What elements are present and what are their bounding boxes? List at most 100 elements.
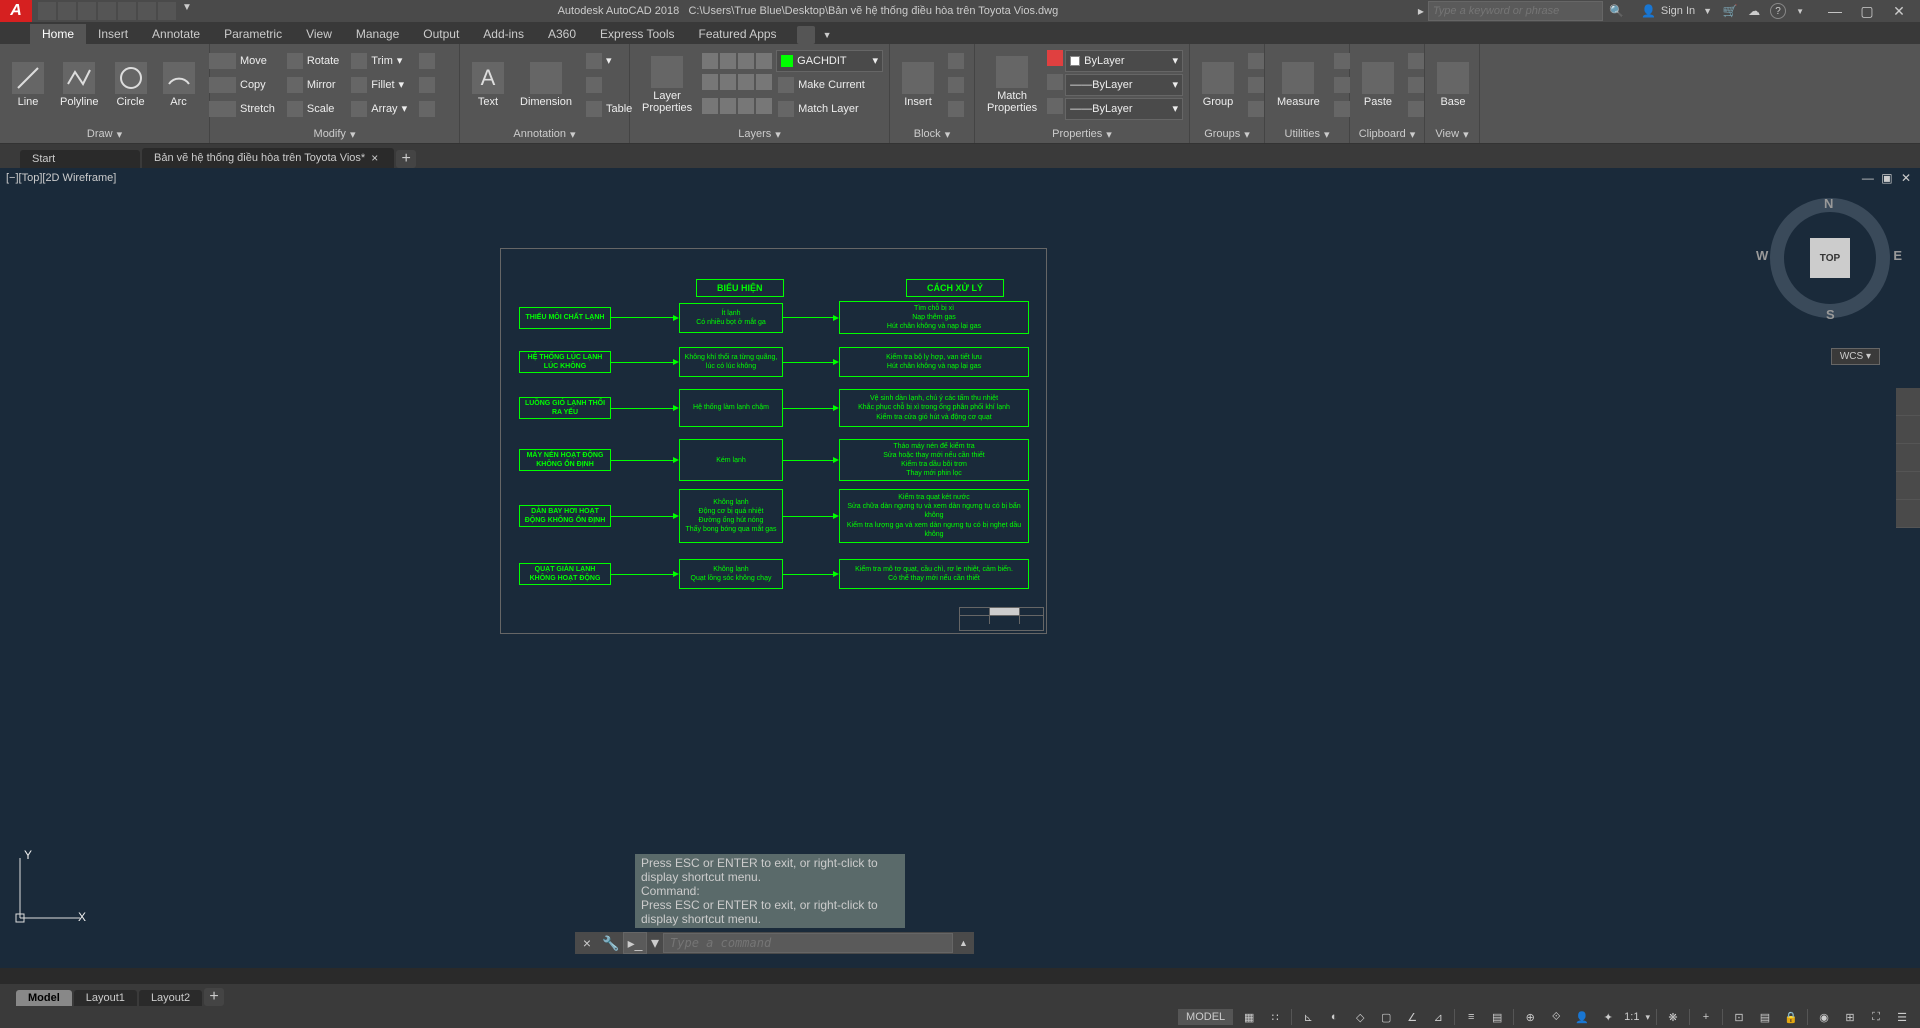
vp-close-icon[interactable]: ✕: [1898, 171, 1914, 185]
modify-extra1-button[interactable]: [415, 50, 439, 72]
snap-icon[interactable]: ∷: [1265, 1008, 1285, 1026]
zoom-icon[interactable]: [1896, 444, 1920, 472]
layer-tool7-icon[interactable]: [738, 98, 754, 114]
workspace-icon[interactable]: ❋: [1663, 1008, 1683, 1026]
block-extra1-button[interactable]: [944, 50, 968, 72]
panel-properties-title[interactable]: Properties ▾: [975, 125, 1189, 143]
sun-icon[interactable]: [720, 53, 736, 69]
lock-icon[interactable]: [738, 53, 754, 69]
panel-modify-title[interactable]: Modify ▾: [210, 125, 459, 143]
steering-wheel-icon[interactable]: [1896, 388, 1920, 416]
layout1-tab[interactable]: Layout1: [74, 990, 137, 1006]
measure-button[interactable]: Measure: [1271, 60, 1326, 110]
orbit-icon[interactable]: [1896, 472, 1920, 500]
nav-east[interactable]: E: [1893, 248, 1902, 263]
nav-south[interactable]: S: [1826, 307, 1835, 322]
minimize-button[interactable]: ―: [1826, 4, 1844, 18]
qat-open-icon[interactable]: [58, 2, 76, 20]
lock-ui-icon[interactable]: 🔒: [1781, 1008, 1801, 1026]
move-button[interactable]: Move: [216, 50, 279, 72]
lineweight-selector[interactable]: —— ByLayer▾: [1065, 74, 1183, 96]
fillet-button[interactable]: Fillet ▾: [347, 74, 411, 96]
model-tab[interactable]: Model: [16, 990, 72, 1006]
qat-saveas-icon[interactable]: [98, 2, 116, 20]
layer-tool8-icon[interactable]: [756, 98, 772, 114]
view-cube[interactable]: TOP N E S W: [1770, 198, 1890, 318]
dimension-button[interactable]: Dimension: [514, 60, 578, 110]
cycling-icon[interactable]: ⊕: [1520, 1008, 1540, 1026]
base-view-button[interactable]: Base: [1431, 60, 1475, 110]
hardware-accel-icon[interactable]: ⊞: [1840, 1008, 1860, 1026]
vp-minimize-icon[interactable]: —: [1860, 171, 1876, 185]
viewport-label[interactable]: [−][Top][2D Wireframe]: [6, 172, 116, 184]
annotation-visibility-icon[interactable]: 👤: [1572, 1008, 1592, 1026]
panel-draw-title[interactable]: Draw ▾: [0, 125, 209, 143]
cmd-config-icon[interactable]: 🔧: [599, 932, 623, 954]
modify-extra3-button[interactable]: [415, 98, 439, 120]
lineweight-icon[interactable]: [1047, 74, 1063, 90]
grid-icon[interactable]: ▦: [1239, 1008, 1259, 1026]
lineweight-toggle-icon[interactable]: ≡: [1461, 1008, 1481, 1026]
view-cube-top[interactable]: TOP: [1810, 238, 1850, 278]
panel-clipboard-title[interactable]: Clipboard ▾: [1350, 125, 1424, 143]
tab-featured-apps[interactable]: Featured Apps: [687, 24, 789, 44]
panel-layers-title[interactable]: Layers ▾: [630, 125, 889, 143]
vp-maximize-icon[interactable]: ▣: [1879, 171, 1895, 185]
ortho-icon[interactable]: ⊾: [1298, 1008, 1318, 1026]
tab-express-tools[interactable]: Express Tools: [588, 24, 686, 44]
block-extra2-button[interactable]: [944, 74, 968, 96]
help-dropdown-icon[interactable]: ▼: [1786, 7, 1814, 16]
color-selector[interactable]: ByLayer▾: [1065, 50, 1183, 72]
isolate-icon[interactable]: ◉: [1814, 1008, 1834, 1026]
panel-groups-title[interactable]: Groups ▾: [1190, 125, 1264, 143]
qat-print-icon[interactable]: [118, 2, 136, 20]
panel-block-title[interactable]: Block ▾: [890, 125, 974, 143]
otrack-icon[interactable]: ⊿: [1428, 1008, 1448, 1026]
ribbon-minimize-icon[interactable]: ▼: [815, 26, 840, 44]
qat-undo-icon[interactable]: [138, 2, 156, 20]
stretch-button[interactable]: Stretch: [216, 98, 279, 120]
line-button[interactable]: Line: [6, 60, 50, 110]
panel-annotation-title[interactable]: Annotation ▾: [460, 125, 629, 143]
modify-extra2-button[interactable]: [415, 74, 439, 96]
group-button[interactable]: Group: [1196, 60, 1240, 110]
qat-redo-icon[interactable]: [158, 2, 176, 20]
plot-icon[interactable]: [756, 53, 772, 69]
scale-button[interactable]: Scale: [283, 98, 343, 120]
arc-button[interactable]: Arc: [157, 60, 201, 110]
qat-new-icon[interactable]: [38, 2, 56, 20]
exchange-icon[interactable]: 🛒: [1722, 3, 1738, 19]
match-properties-button[interactable]: Match Properties: [981, 54, 1043, 116]
mirror-button[interactable]: Mirror: [283, 74, 343, 96]
layer-tool3-icon[interactable]: [738, 74, 754, 90]
tab-manage[interactable]: Manage: [344, 24, 411, 44]
model-space-button[interactable]: MODEL: [1178, 1009, 1233, 1025]
start-tab[interactable]: Start: [20, 150, 140, 168]
maximize-button[interactable]: ▢: [1858, 4, 1876, 18]
annotation-scale-value[interactable]: 1:1: [1624, 1011, 1639, 1023]
copy-button[interactable]: Copy: [216, 74, 279, 96]
customize-icon[interactable]: ☰: [1892, 1008, 1912, 1026]
rotate-button[interactable]: Rotate: [283, 50, 343, 72]
cleanscreen-icon[interactable]: ⛶: [1866, 1008, 1886, 1026]
qat-save-icon[interactable]: [78, 2, 96, 20]
tab-output[interactable]: Output: [411, 24, 471, 44]
circle-button[interactable]: Circle: [109, 60, 153, 110]
annotation-monitor-icon[interactable]: +: [1696, 1008, 1716, 1026]
drawing-canvas[interactable]: TOP N E S W WCS ▾ BIỂU HIỆN CÁCH XỬ LÝ T…: [0, 188, 1920, 968]
tab-view[interactable]: View: [294, 24, 344, 44]
tab-annotate[interactable]: Annotate: [140, 24, 212, 44]
app-logo[interactable]: A: [0, 0, 32, 22]
transparency-icon[interactable]: ▤: [1487, 1008, 1507, 1026]
cmd-prompt-icon[interactable]: ▸_: [623, 932, 647, 954]
signin-link[interactable]: Sign In: [1661, 5, 1695, 17]
tab-a360[interactable]: A360: [536, 24, 588, 44]
anno-extra-button[interactable]: [582, 74, 636, 96]
qat-dropdown-icon[interactable]: ▼: [178, 2, 196, 20]
match-layer-button[interactable]: Match Layer: [774, 98, 863, 120]
command-input[interactable]: [663, 933, 953, 953]
tab-addins[interactable]: Add-ins: [471, 24, 536, 44]
help-search-input[interactable]: [1428, 1, 1603, 21]
insert-block-button[interactable]: Insert: [896, 60, 940, 110]
paste-button[interactable]: Paste: [1356, 60, 1400, 110]
